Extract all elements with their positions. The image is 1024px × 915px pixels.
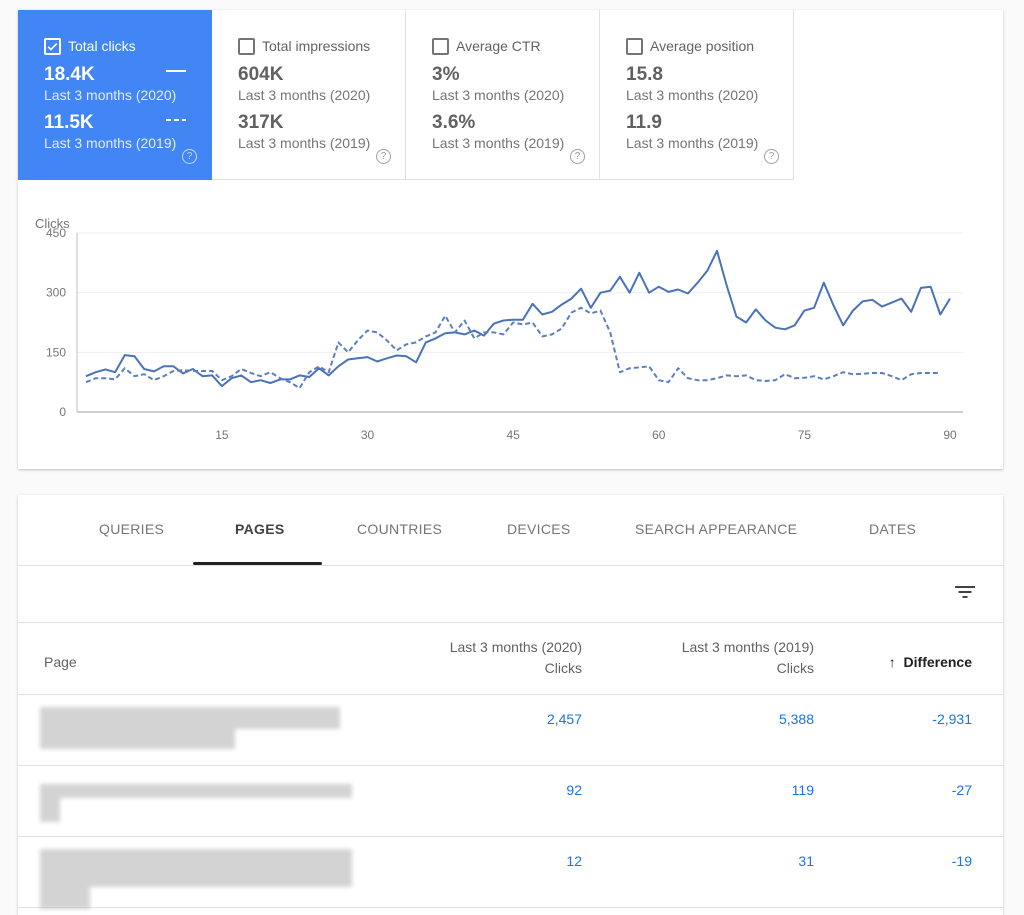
help-icon[interactable]: ? bbox=[764, 149, 779, 164]
metric-average-ctr[interactable]: Average CTR 3% Last 3 months (2020) 3.6%… bbox=[406, 10, 600, 180]
metric-value-2020: 18.4K bbox=[44, 64, 95, 85]
cell-clicks-2019: 5,388 bbox=[778, 711, 814, 727]
help-icon[interactable]: ? bbox=[182, 149, 197, 164]
help-icon[interactable]: ? bbox=[570, 149, 585, 164]
column-header-line: Clicks bbox=[776, 660, 814, 676]
y-tick-label: 0 bbox=[59, 405, 66, 419]
x-axis-ticks: 15 30 45 60 75 90 bbox=[215, 428, 957, 442]
x-tick-label: 45 bbox=[506, 428, 520, 442]
active-tab-indicator bbox=[193, 562, 322, 565]
metric-total-impressions[interactable]: Total impressions 604K Last 3 months (20… bbox=[212, 10, 406, 180]
tab-queries[interactable]: QUERIES bbox=[99, 521, 164, 537]
cell-clicks-2019: 119 bbox=[791, 782, 814, 798]
column-header-clicks-2019[interactable]: Last 3 months (2019) Clicks bbox=[682, 637, 814, 679]
cell-clicks-2019: 31 bbox=[798, 853, 814, 869]
legend-dashed-line-icon bbox=[166, 119, 186, 121]
checkbox-unchecked-icon[interactable] bbox=[626, 37, 643, 55]
metric-value-2020: 604K bbox=[238, 64, 284, 85]
tab-search-appearance[interactable]: SEARCH APPEARANCE bbox=[635, 521, 797, 537]
cell-difference: -27 bbox=[951, 782, 972, 798]
column-header-label: Difference bbox=[903, 654, 972, 670]
metric-period-2020: Last 3 months (2020) bbox=[432, 87, 565, 103]
metric-label: Average CTR bbox=[456, 38, 541, 54]
x-tick-label: 60 bbox=[652, 428, 666, 442]
metric-label: Total clicks bbox=[68, 38, 136, 54]
cell-difference: -19 bbox=[951, 853, 972, 869]
chart-gridlines bbox=[76, 232, 963, 413]
metric-value-2019: 11.5K bbox=[44, 112, 94, 133]
metric-period-2020: Last 3 months (2020) bbox=[44, 87, 177, 103]
column-header-line: Last 3 months (2019) bbox=[681, 639, 814, 655]
column-header-clicks-2020[interactable]: Last 3 months (2020) Clicks bbox=[450, 637, 582, 679]
checkbox-unchecked-icon[interactable] bbox=[238, 37, 255, 55]
filter-icon[interactable] bbox=[955, 584, 975, 600]
x-tick-label: 30 bbox=[361, 428, 375, 442]
metric-total-clicks[interactable]: Total clicks 18.4K Last 3 months (2020) … bbox=[18, 10, 212, 180]
metric-label: Total impressions bbox=[262, 38, 371, 54]
x-tick-label: 15 bbox=[215, 428, 229, 442]
column-header-line: Clicks bbox=[544, 660, 582, 676]
table-row[interactable]: 2,457 5,388 -2,931 bbox=[18, 695, 1003, 766]
y-tick-label: 300 bbox=[46, 286, 66, 300]
cell-difference: -2,931 bbox=[932, 711, 972, 727]
tab-pages[interactable]: PAGES bbox=[235, 521, 284, 537]
series-line-2020 bbox=[85, 249, 951, 388]
tab-devices[interactable]: DEVICES bbox=[507, 521, 571, 537]
table-toolbar bbox=[18, 566, 1003, 623]
cell-clicks-2020: 12 bbox=[566, 853, 582, 869]
metric-value-2020: 3% bbox=[432, 64, 460, 85]
help-icon[interactable]: ? bbox=[376, 149, 391, 164]
metric-value-2019: 3.6% bbox=[432, 112, 476, 133]
sort-arrow-up-icon: ↑ bbox=[888, 654, 896, 670]
table-header: Page Last 3 months (2020) Clicks Last 3 … bbox=[18, 623, 1003, 695]
metric-average-position[interactable]: Average position 15.8 Last 3 months (202… bbox=[600, 10, 794, 180]
metric-value-2020: 15.8 bbox=[626, 64, 663, 85]
metric-period-2020: Last 3 months (2020) bbox=[238, 87, 371, 103]
y-tick-label: 450 bbox=[46, 226, 66, 240]
table-row[interactable]: 12 31 -19 bbox=[18, 837, 1003, 909]
metric-value-2019: 11.9 bbox=[626, 112, 662, 133]
checkbox-unchecked-icon[interactable] bbox=[432, 37, 449, 55]
tab-countries[interactable]: COUNTRIES bbox=[357, 521, 442, 537]
x-tick-label: 75 bbox=[798, 428, 812, 442]
column-header-page[interactable]: Page bbox=[44, 652, 77, 673]
dimension-table-card: QUERIES PAGES COUNTRIES DEVICES SEARCH A… bbox=[18, 495, 1003, 915]
x-tick-label: 90 bbox=[943, 428, 957, 442]
column-header-difference[interactable]: ↑ Difference bbox=[889, 652, 972, 673]
checkbox-checked-icon[interactable] bbox=[44, 37, 61, 55]
performance-card: Total clicks 18.4K Last 3 months (2020) … bbox=[18, 10, 1003, 469]
metric-tiles: Total clicks 18.4K Last 3 months (2020) … bbox=[18, 10, 794, 180]
chart-series bbox=[85, 249, 951, 390]
table-row[interactable]: 92 119 -27 bbox=[18, 766, 1003, 837]
cell-clicks-2020: 92 bbox=[566, 782, 582, 798]
clicks-line-chart: Clicks 0150300450 15 30 45 60 75 90 bbox=[35, 216, 963, 442]
dimension-tabs: QUERIES PAGES COUNTRIES DEVICES SEARCH A… bbox=[18, 495, 1003, 566]
metric-label: Average position bbox=[650, 38, 755, 54]
legend-solid-line-icon bbox=[166, 70, 186, 72]
cell-clicks-2020: 2,457 bbox=[546, 711, 582, 727]
y-tick-label: 150 bbox=[46, 345, 66, 359]
tab-dates[interactable]: DATES bbox=[869, 521, 916, 537]
metric-value-2019: 317K bbox=[238, 112, 284, 133]
y-axis-ticks: 0 150 300 450 bbox=[46, 226, 66, 419]
column-header-line: Last 3 months (2020) bbox=[449, 639, 582, 655]
metric-period-2020: Last 3 months (2020) bbox=[626, 87, 759, 103]
